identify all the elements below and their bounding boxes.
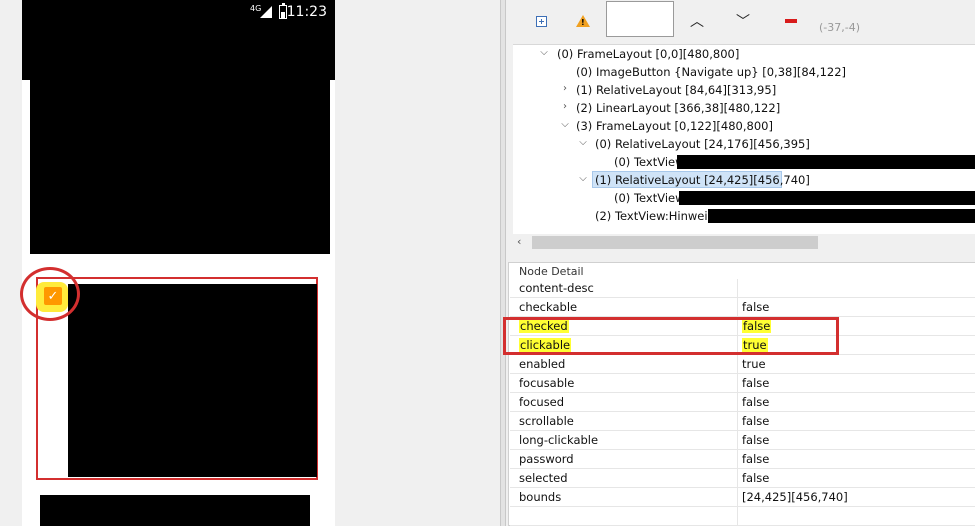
expand-all-icon[interactable] bbox=[529, 9, 553, 33]
tree-node-relativelayout-0[interactable]: (0) RelativeLayout [24,176][456,395] bbox=[595, 135, 810, 153]
property-value: [24,425][456,740] bbox=[742, 490, 848, 504]
property-row-focused[interactable]: focused false bbox=[510, 393, 975, 412]
cursor-coordinates: (-37,-4) bbox=[819, 21, 861, 34]
property-key: focusable bbox=[519, 376, 575, 390]
hierarchy-tree[interactable]: ⌵ (0) FrameLayout [0,0][480,800] (0) Ima… bbox=[513, 44, 975, 235]
redacted-text bbox=[708, 209, 975, 223]
signal-icon bbox=[260, 6, 272, 18]
tree-node-imagebutton[interactable]: (0) ImageButton {Navigate up} [0,38][84,… bbox=[576, 63, 846, 81]
property-value: false bbox=[742, 395, 770, 409]
property-row-bounds[interactable]: bounds [24,425][456,740] bbox=[510, 488, 975, 507]
property-key: enabled bbox=[519, 357, 566, 371]
tree-node-textview-hinweis[interactable]: (2) TextView:Hinweis: bbox=[595, 207, 717, 225]
remove-icon[interactable] bbox=[779, 9, 803, 33]
redacted-card-2[interactable] bbox=[68, 284, 317, 477]
chevron-down-icon[interactable]: ⌵ bbox=[560, 119, 570, 130]
property-row-password[interactable]: password false bbox=[510, 450, 975, 469]
property-value: false bbox=[742, 471, 770, 485]
property-row-empty bbox=[510, 507, 975, 526]
tree-node-framelayout-3[interactable]: (3) FrameLayout [0,122][480,800] bbox=[576, 117, 773, 135]
property-key: selected bbox=[519, 471, 568, 485]
inspector-toolbar: ! ︿ ﹀ (-37,-4) bbox=[507, 0, 975, 44]
property-row-content-desc[interactable]: content-desc bbox=[510, 279, 975, 298]
chevron-right-icon[interactable]: › bbox=[560, 101, 570, 112]
property-value: false bbox=[742, 452, 770, 466]
property-row-focusable[interactable]: focusable false bbox=[510, 374, 975, 393]
property-value: true bbox=[742, 357, 766, 371]
status-clock: 11:23 bbox=[286, 4, 327, 20]
redacted-card-3 bbox=[40, 495, 310, 526]
chevron-down-icon[interactable]: ﹀ bbox=[731, 9, 755, 33]
property-key: checkable bbox=[519, 300, 578, 314]
redacted-text bbox=[679, 191, 975, 205]
tree-horizontal-scrollbar[interactable]: ‹ bbox=[513, 234, 975, 251]
chevron-up-icon[interactable]: ︿ bbox=[685, 9, 709, 33]
redacted-card-1 bbox=[30, 80, 330, 254]
tree-node-relativelayout-1[interactable]: (1) RelativeLayout [84,64][313,95] bbox=[576, 81, 776, 99]
node-detail-panel: Node Detail content-desc checkable false … bbox=[508, 262, 975, 526]
property-row-checkable[interactable]: checkable false bbox=[510, 298, 975, 317]
property-key: scrollable bbox=[519, 414, 574, 428]
property-key: focused bbox=[519, 395, 565, 409]
annotation-highlight-box bbox=[503, 317, 839, 355]
property-value: false bbox=[742, 376, 770, 390]
property-value: false bbox=[742, 433, 770, 447]
scroll-left-icon[interactable]: ‹ bbox=[517, 235, 521, 248]
property-row-enabled[interactable]: enabled true bbox=[510, 355, 975, 374]
chevron-down-icon[interactable]: ⌵ bbox=[578, 137, 588, 148]
property-row-long-clickable[interactable]: long-clickable false bbox=[510, 431, 975, 450]
property-row-scrollable[interactable]: scrollable false bbox=[510, 412, 975, 431]
property-value: false bbox=[742, 300, 770, 314]
property-value: false bbox=[742, 414, 770, 428]
property-row-selected[interactable]: selected false bbox=[510, 469, 975, 488]
property-key: content-desc bbox=[519, 281, 594, 295]
tree-node-relativelayout-selected[interactable]: (1) RelativeLayout [24,425][456,740] bbox=[595, 171, 810, 189]
tree-node-framelayout-root[interactable]: (0) FrameLayout [0,0][480,800] bbox=[557, 45, 739, 63]
property-key: long-clickable bbox=[519, 433, 599, 447]
annotation-circle bbox=[20, 267, 80, 321]
scrollbar-thumb[interactable] bbox=[532, 236, 818, 249]
panel-divider[interactable] bbox=[500, 0, 506, 526]
status-bar: 4G 11:23 bbox=[22, 0, 335, 80]
node-detail-title: Node Detail bbox=[519, 265, 584, 278]
warning-icon[interactable]: ! bbox=[571, 9, 595, 33]
filter-input[interactable] bbox=[606, 1, 674, 37]
chevron-down-icon[interactable]: ⌵ bbox=[578, 173, 588, 184]
chevron-right-icon[interactable]: › bbox=[560, 83, 570, 94]
property-key: bounds bbox=[519, 490, 562, 504]
tree-node-textview-1[interactable]: (0) TextView: bbox=[614, 189, 688, 207]
property-key: password bbox=[519, 452, 574, 466]
redacted-text bbox=[677, 155, 975, 169]
tree-node-linearlayout[interactable]: (2) LinearLayout [366,38][480,122] bbox=[576, 99, 780, 117]
chevron-down-icon[interactable]: ⌵ bbox=[539, 47, 549, 58]
